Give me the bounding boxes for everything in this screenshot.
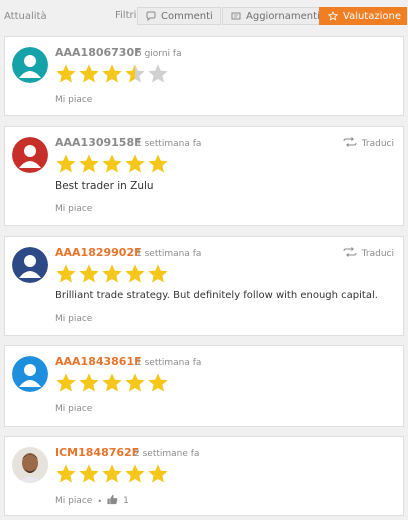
avatar[interactable] (12, 247, 48, 283)
like-button[interactable]: Mi piace (55, 314, 92, 324)
star-icon (56, 464, 76, 483)
uk-flag-icon (15, 245, 25, 252)
star-rating (55, 463, 169, 485)
star-icon (148, 464, 168, 483)
username[interactable]: AAA1806730F (55, 46, 142, 59)
star-icon (148, 154, 168, 173)
australia-flag-icon (15, 135, 25, 142)
review-card: AAA1843861F 1 settimana fa Mi piace (4, 345, 404, 427)
like-button[interactable]: Mi piace (55, 496, 92, 506)
avatar[interactable] (12, 447, 48, 483)
separator-dot: • (97, 496, 103, 506)
star-icon (102, 154, 122, 173)
time-ago: 1 settimana fa (136, 139, 202, 149)
like-row: Mi piace • 1 (55, 494, 129, 508)
star-icon (125, 264, 145, 283)
translate-icon (342, 137, 358, 150)
update-icon (231, 11, 241, 21)
username[interactable]: AAA1309158F (55, 136, 142, 149)
top-bar: Attualità Filtri Commenti Aggiornamenti … (0, 0, 408, 30)
star-icon (148, 264, 168, 283)
review-card: AAA1806730F 5 giorni fa Mi piace (4, 36, 404, 116)
translate-button[interactable]: Traduci (342, 137, 394, 150)
review-comment: Best trader in Zulu (55, 180, 154, 192)
half-star-icon (125, 64, 145, 83)
star-rating (55, 153, 169, 175)
tab-comments-label: Commenti (161, 10, 213, 22)
star-icon (125, 154, 145, 173)
avatar[interactable] (12, 356, 48, 392)
star-icon (79, 64, 99, 83)
tab-comments[interactable]: Commenti (137, 7, 221, 25)
like-row: Mi piace (55, 204, 92, 214)
review-card: AAA1829902F 1 settimana fa Traduci Brill… (4, 236, 404, 336)
comment-icon (146, 11, 156, 21)
star-icon (79, 373, 99, 392)
like-row: Mi piace (55, 95, 92, 105)
translate-label: Traduci (361, 248, 394, 259)
star-outline-icon (328, 11, 338, 21)
username[interactable]: AAA1829902F (55, 246, 142, 259)
translate-icon (342, 247, 358, 260)
star-icon (125, 464, 145, 483)
star-icon (56, 373, 76, 392)
review-comment: Brilliant trade strategy. But definitely… (55, 290, 378, 301)
avatar[interactable] (12, 47, 48, 83)
star-empty-icon (148, 64, 168, 83)
like-button[interactable]: Mi piace (55, 404, 92, 414)
germany-flag-icon (15, 45, 25, 52)
thumbs-up-icon[interactable] (107, 494, 118, 508)
australia-flag-icon (15, 445, 25, 452)
star-icon (79, 154, 99, 173)
review-card: ICM1848762F 2 settimane fa Mi piace • 1 (4, 436, 404, 516)
username[interactable]: ICM1848762F (55, 446, 139, 459)
star-rating (55, 63, 169, 85)
translate-button[interactable]: Traduci (342, 247, 394, 260)
like-row: Mi piace (55, 404, 92, 414)
star-icon (102, 464, 122, 483)
star-icon (56, 264, 76, 283)
like-button[interactable]: Mi piace (55, 204, 92, 214)
like-row: Mi piace (55, 314, 92, 324)
time-ago: 2 settimane fa (134, 449, 200, 459)
review-card: AAA1309158F 1 settimana fa Traduci Best … (4, 126, 404, 226)
star-icon (148, 373, 168, 392)
page-title: Attualità (4, 11, 47, 22)
germany-flag-icon (15, 354, 25, 361)
star-rating (55, 372, 169, 394)
star-icon (56, 154, 76, 173)
star-icon (102, 373, 122, 392)
tab-rating[interactable]: Valutazione (319, 7, 407, 25)
star-rating (55, 263, 169, 285)
like-count: 1 (123, 496, 129, 506)
avatar[interactable] (12, 137, 48, 173)
star-icon (102, 64, 122, 83)
time-ago: 1 settimana fa (136, 358, 202, 368)
like-button[interactable]: Mi piace (55, 95, 92, 105)
username[interactable]: AAA1843861F (55, 355, 142, 368)
time-ago: 1 settimana fa (136, 249, 202, 259)
filters-label: Filtri (115, 10, 137, 21)
star-icon (79, 464, 99, 483)
translate-label: Traduci (361, 138, 394, 149)
tab-rating-label: Valutazione (343, 10, 401, 22)
time-ago: 5 giorni fa (136, 49, 182, 59)
tab-updates-label: Aggiornamenti (246, 10, 320, 22)
star-icon (56, 64, 76, 83)
star-icon (79, 264, 99, 283)
star-icon (125, 373, 145, 392)
star-icon (102, 264, 122, 283)
tab-updates[interactable]: Aggiornamenti (222, 7, 320, 25)
